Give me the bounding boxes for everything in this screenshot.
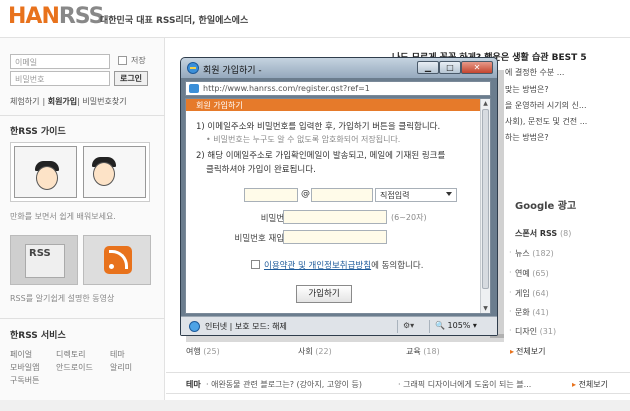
video-caption[interactable]: RSS를 알기쉽게 설명한 동영상 [10,293,114,304]
theme-label: 테마 [186,380,201,389]
email-id-input[interactable] [244,188,298,202]
view-all-categories-link[interactable]: ▸ 전체보기 [510,346,545,357]
popup-content: 회원 가입하기 1) 이메일주소와 비밀번호를 입력한 후, 가입하기 버튼을 … [185,98,491,314]
rss-video-thumbnail[interactable]: RSS [10,235,78,285]
find-password-link[interactable]: 비밀번호찾기 [82,97,126,106]
section-header: 회원 가입하기 [186,99,482,111]
character-face [93,162,115,186]
news-link[interactable]: 맞는 방법은? [505,84,549,95]
comic-panel [83,146,146,198]
email-domain-input[interactable] [311,188,373,202]
divider [0,318,165,319]
site-header: HANRSS 대한민국 대표 RSS리더, 한일에스에스 [0,0,630,38]
guide-title: 한RSS 가이드 [10,127,66,137]
category-item[interactable]: 사회 (22) [298,346,332,357]
divider [0,115,165,116]
hanrss-logo[interactable]: HANRSS [8,4,105,29]
close-button[interactable]: ✕ [461,61,493,74]
category-item[interactable]: 뉴스 (182) [509,248,554,259]
trial-link[interactable]: 체험하기 [10,97,39,106]
protected-mode-icon[interactable]: ⚙▾ [403,321,414,330]
service-link[interactable]: 모바일앱 [10,362,39,373]
signup-popup-window: 회원 가입하기 - ▁ □ ✕ http://www.hanrss.com/re… [180,57,498,336]
scroll-down-icon[interactable]: ▼ [481,304,490,313]
ie-icon [187,62,199,74]
status-bar: 인터넷 | 보호 모드: 해제 ⚙▾ 🔍 105% ▾ [181,316,497,335]
category-item[interactable]: 디자인 (31) [509,326,556,337]
zoom-control[interactable]: 🔍 105% ▾ [435,321,477,330]
window-title: 회원 가입하기 - [203,66,262,76]
category-item[interactable]: 게임 (64) [509,288,549,299]
login-button[interactable]: 로그인 [114,71,148,86]
theme-link[interactable]: · 그래픽 디자이너에게 도움이 되는 블... [398,379,531,390]
news-link[interactable]: 사회), 문전도 및 건전 ... [505,116,587,127]
login-password-input[interactable]: 비밀번호 [10,71,110,86]
window-title-bar[interactable]: 회원 가입하기 - ▁ □ ✕ [181,58,497,78]
signup-link[interactable]: 회원가입 [48,97,77,106]
instruction-1-note: • 비밀번호는 누구도 알 수 없도록 암호화되어 저장됩니다. [206,135,401,144]
address-bar[interactable]: http://www.hanrss.com/register.qst?ref=1 [185,81,491,96]
service-link[interactable]: 구독버튼 [10,375,39,386]
password-confirm-input[interactable] [283,230,387,244]
view-all-theme-link[interactable]: ▸ 전체보기 [572,379,608,390]
password-confirm-label: 비밀번호 재입력 [234,234,292,244]
login-links: 체험하기 | 회원가입| 비밀번호찾기 [10,97,127,106]
save-login-checkbox[interactable] [118,56,127,65]
instruction-1: 1) 이메일주소와 비밀번호를 입력한 후, 가입하기 버튼을 클릭합니다. [196,122,441,132]
save-login-label: 저장 [131,56,146,65]
password-input[interactable] [283,210,387,224]
scroll-up-icon[interactable]: ▲ [481,99,490,108]
category-item[interactable]: 연예 (65) [509,268,549,279]
status-separator [397,320,398,333]
minimize-button[interactable]: ▁ [417,61,439,74]
service-link[interactable]: 테마 [110,349,125,360]
theme-link[interactable]: · 애완동물 관련 블로그는? (강아지, 고양이 등) [206,379,362,390]
google-ad-label[interactable]: Google 광고 [515,197,576,212]
rss-logo-thumbnail[interactable] [83,235,151,285]
login-email-input[interactable]: 이메일 [10,54,110,69]
news-link[interactable]: 을 운영하러 시기의 신... [505,100,587,111]
category-item[interactable]: 문화 (41) [509,307,549,318]
category-item[interactable]: 교육 (18) [406,346,440,357]
news-link[interactable]: 하는 방법은? [505,132,549,143]
services-title: 한RSS 서비스 [10,331,66,341]
password-hint: (6~20자) [391,213,427,222]
vertical-scrollbar[interactable]: ▲ ▼ [480,99,490,313]
globe-icon [189,321,200,332]
guide-comic[interactable] [10,142,150,202]
email-domain-select[interactable]: 직접입력 [375,188,457,202]
at-sign: @ [301,189,310,199]
instruction-2: 2) 해당 이메일주소로 가입확인메일이 발송되고, 메일에 기재된 링크를 [196,151,446,161]
terms-link[interactable]: 이용약관 및 [264,261,309,271]
instruction-2-cont: 클릭하셔야 가입이 완료됩니다. [206,165,316,175]
service-link[interactable]: 안드로이드 [56,362,93,373]
maximize-button[interactable]: □ [439,61,461,74]
security-zone-text: 인터넷 | 보호 모드: 해제 [205,322,287,331]
service-link[interactable]: 디렉토리 [56,349,85,360]
news-link[interactable]: 에 결정한 수분 ... [505,67,564,78]
status-separator [429,320,430,333]
comic-panel [14,146,77,198]
agree-terms-label: 이용약관 및 개인정보취급방침에 동의합니다. [264,259,423,271]
section-title: 회원 가입하기 [196,101,243,110]
rss-sign-text: RSS [29,248,51,259]
service-link[interactable]: 알리미 [110,362,132,373]
privacy-policy-link[interactable]: 개인정보취급방침 [309,261,372,271]
service-link[interactable]: 페이얼 [10,349,32,360]
character-face [36,166,58,190]
agree-terms-checkbox[interactable] [251,260,260,269]
chevron-down-icon [446,192,452,196]
left-sidebar: 이메일 비밀번호 저장 로그인 체험하기 | 회원가입| 비밀번호찾기 한RSS … [0,38,165,411]
comic-caption[interactable]: 만화를 보면서 쉽게 배워보세요. [10,211,116,222]
category-header: 스폰서 RSS (8) [515,229,572,238]
rss-feed-icon [104,246,132,274]
scroll-thumb[interactable] [482,109,489,289]
site-tagline: 대한민국 대표 RSS리더, 한일에스에스 [100,16,249,26]
page-icon [189,84,199,93]
join-button[interactable]: 가입하기 [296,285,352,303]
agree-terms-suffix: 에 동의합니다. [371,261,424,271]
page-footer-strip [0,400,630,411]
address-url[interactable]: http://www.hanrss.com/register.qst?ref=1 [203,84,370,93]
category-item[interactable]: 여행 (25) [186,346,220,357]
